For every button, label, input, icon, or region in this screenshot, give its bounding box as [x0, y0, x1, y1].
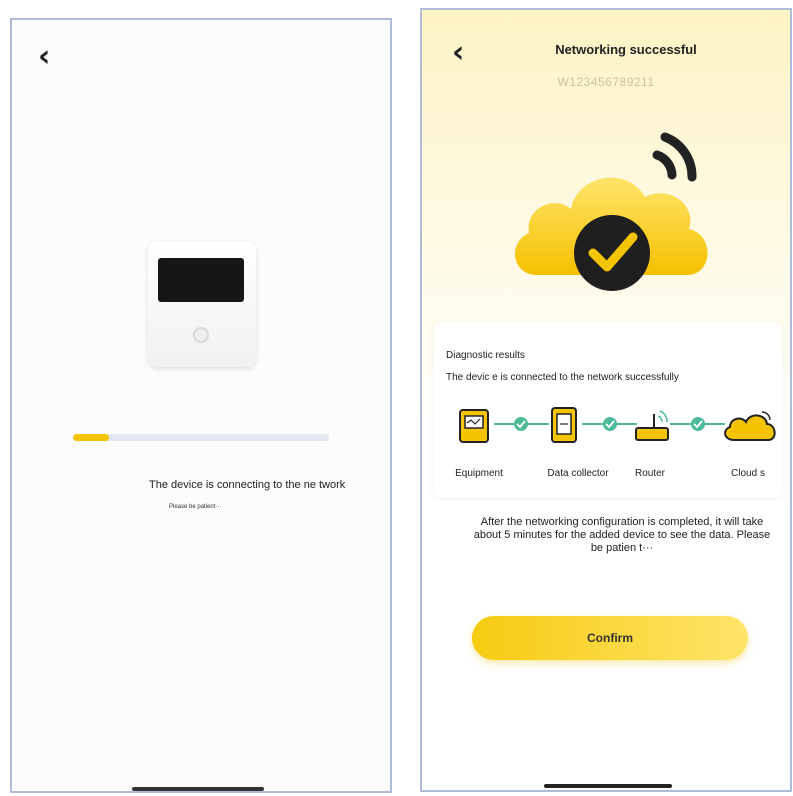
- check-circle-icon: [691, 417, 705, 431]
- wifi-signal-icon: [652, 132, 697, 182]
- explanation-text: After the networking configuration is co…: [473, 516, 771, 554]
- check-circle-icon: [514, 417, 528, 431]
- check-circle-icon: [603, 417, 617, 431]
- router-icon: [635, 410, 669, 441]
- cloud-icon: [724, 411, 776, 441]
- home-indicator: [132, 787, 264, 791]
- device-button-icon: [193, 327, 209, 343]
- progress-bar: [73, 434, 329, 441]
- device-display: [158, 258, 244, 302]
- diagnostic-title: Diagnostic results: [446, 350, 525, 361]
- success-screen: ‹ Networking successful W123456789211 Di…: [420, 8, 792, 792]
- connecting-status-text: The device is connecting to the ne twork: [149, 479, 346, 491]
- connecting-screen: ‹ The device is connecting to the ne two…: [10, 18, 392, 793]
- page-title: Networking successful: [555, 42, 697, 57]
- inverter-icon: [459, 409, 489, 443]
- confirm-button[interactable]: Confirm: [472, 616, 748, 660]
- chain-label-data-collector: Data collector: [547, 468, 609, 479]
- device-serial: W123456789211: [557, 75, 655, 89]
- patient-hint: Please be patient···: [169, 504, 222, 510]
- chain-label-cloud: Cloud s: [731, 468, 765, 479]
- cloud-success-illustration: [515, 132, 708, 291]
- checkmark-badge-icon: [574, 215, 650, 291]
- chain-label-equipment: Equipment: [455, 468, 503, 479]
- chain-label-router: Router: [634, 468, 665, 479]
- progress-fill: [73, 434, 109, 441]
- diagnostic-status: The devic e is connected to the network …: [446, 372, 679, 383]
- home-indicator: [544, 784, 672, 788]
- back-button[interactable]: ‹: [38, 42, 50, 72]
- data-collector-icon: [551, 407, 577, 443]
- device-image: [148, 241, 256, 367]
